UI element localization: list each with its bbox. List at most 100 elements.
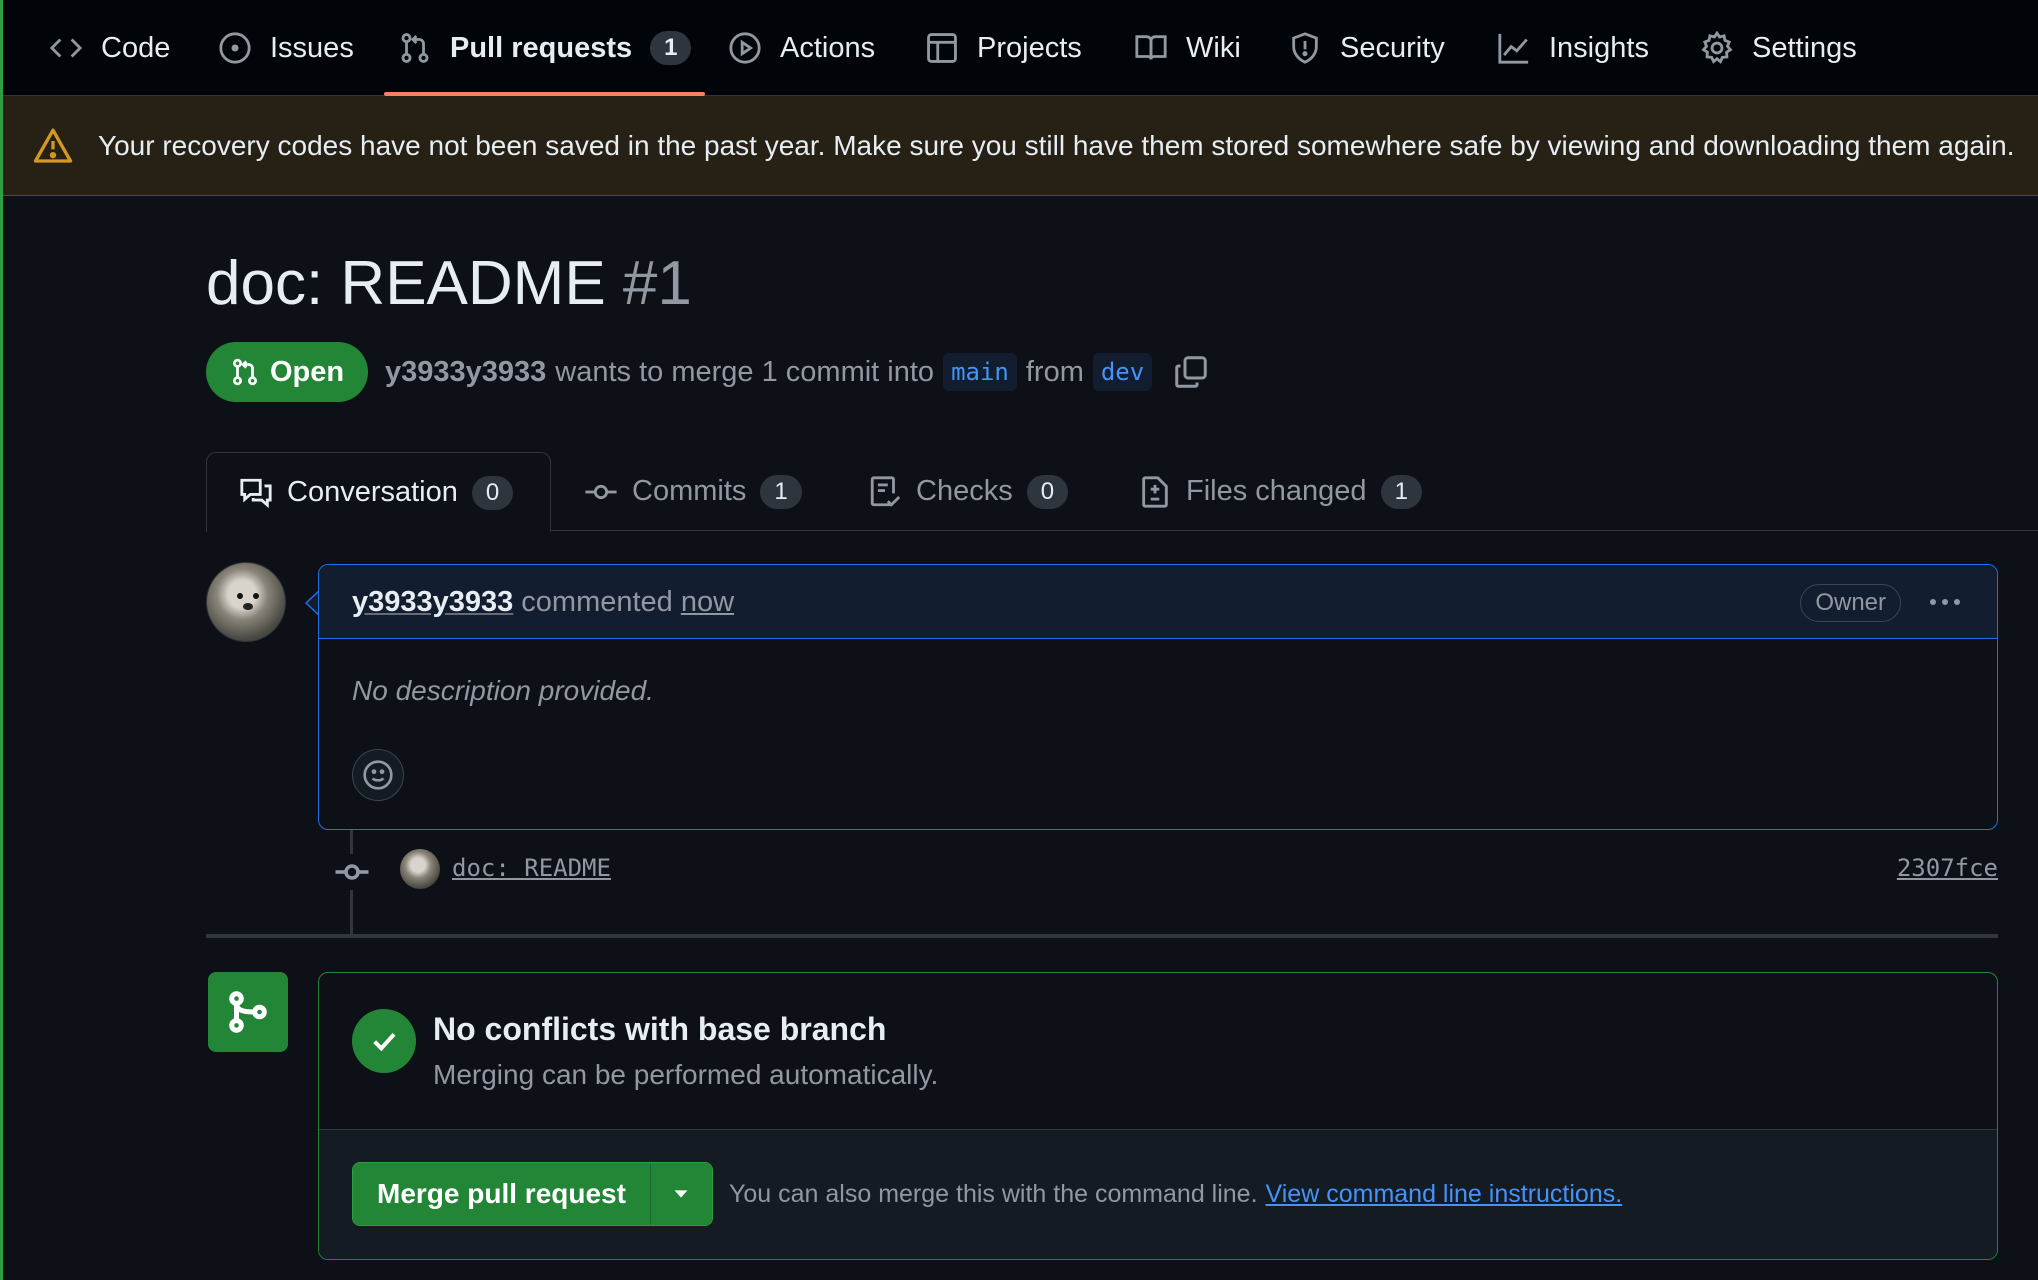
merge-box: No conflicts with base branch Merging ca… <box>318 972 1998 1260</box>
nav-insights[interactable]: Insights <box>1497 0 1649 96</box>
git-commit-icon <box>335 864 369 880</box>
nav-code[interactable]: Code <box>49 0 170 96</box>
avatar[interactable] <box>206 562 286 642</box>
nav-pull-requests-label: Pull requests <box>450 31 633 64</box>
nav-wiki-label: Wiki <box>1186 31 1241 64</box>
graph-icon <box>1498 33 1529 64</box>
repo-nav: Code Issues Pull requests 1 Actions Proj… <box>3 0 2038 96</box>
merge-text: wants to merge 1 commit into <box>555 355 935 388</box>
comment-more-button[interactable] <box>1921 582 1969 622</box>
comment-body: No description provided. <box>352 675 654 706</box>
check-circle-icon <box>352 1009 416 1073</box>
play-icon <box>729 32 761 64</box>
merge-footer: Merge pull request You can also merge th… <box>319 1129 1997 1259</box>
file-diff-icon <box>1142 475 1168 508</box>
tab-files-changed[interactable]: Files changed 1 <box>1138 452 1422 531</box>
tab-files-changed-label: Files changed <box>1186 475 1367 507</box>
alert-icon <box>33 128 73 163</box>
nav-settings[interactable]: Settings <box>1700 0 1857 96</box>
command-line-instructions-link[interactable]: View command line instructions. <box>1266 1180 1623 1209</box>
nav-security[interactable]: Security <box>1288 0 1445 96</box>
copy-icon[interactable] <box>1173 354 1209 390</box>
nav-issues-label: Issues <box>270 31 354 64</box>
code-icon <box>49 38 83 58</box>
merge-pull-request-button[interactable]: Merge pull request <box>353 1163 650 1225</box>
tab-checks-count: 0 <box>1026 474 1069 509</box>
nav-projects[interactable]: Projects <box>925 0 1082 96</box>
tab-checks[interactable]: Checks 0 <box>868 452 1069 531</box>
nav-security-label: Security <box>1340 31 1445 64</box>
merge-hint-text: You can also merge this with the command… <box>729 1179 1258 1208</box>
smiley-icon <box>363 760 393 790</box>
nav-settings-label: Settings <box>1752 31 1857 64</box>
tab-commits[interactable]: Commits 1 <box>584 452 802 531</box>
table-icon <box>927 33 957 63</box>
tab-commits-count: 1 <box>760 474 802 509</box>
page-title: doc: README #1 <box>206 248 692 319</box>
book-icon <box>1135 35 1167 60</box>
pr-title-text: doc: README <box>206 249 606 318</box>
pull-request-icon <box>232 358 257 386</box>
state-label: Open <box>269 355 345 388</box>
comment-discussion-icon <box>240 478 272 508</box>
nav-code-label: Code <box>101 31 171 64</box>
merge-button-group: Merge pull request <box>352 1162 713 1226</box>
shield-icon <box>1292 32 1318 64</box>
nav-projects-label: Projects <box>977 31 1082 64</box>
gear-icon <box>1701 31 1733 64</box>
check-icon <box>373 1032 396 1052</box>
kebab-dot-icon <box>1954 599 1960 605</box>
nav-pull-requests[interactable]: Pull requests 1 <box>383 0 706 96</box>
timeline-separator <box>206 934 1998 938</box>
pull-request-icon <box>401 33 429 63</box>
pr-number: #1 <box>622 249 692 318</box>
nav-wiki[interactable]: Wiki <box>1134 0 1241 96</box>
merge-status-icon <box>208 972 288 1052</box>
comment-box: y3933y3933 commented now Owner No descri… <box>318 564 1998 830</box>
recovery-codes-banner: Your recovery codes have not been saved … <box>3 96 2038 196</box>
avatar-nose <box>243 603 253 610</box>
commit-sha-link[interactable]: 2307fce <box>1897 854 1998 882</box>
add-reaction-button[interactable] <box>352 749 404 801</box>
merge-hint: You can also merge this with the command… <box>729 1162 1622 1226</box>
banner-text: Your recovery codes have not been saved … <box>98 130 2015 161</box>
from-text: from <box>1025 355 1084 388</box>
nav-insights-label: Insights <box>1549 31 1649 64</box>
tab-commits-label: Commits <box>632 475 747 507</box>
git-merge-icon <box>229 991 267 1033</box>
comment-action: commented <box>521 585 673 618</box>
commit-node <box>334 854 370 890</box>
avatar-eye <box>237 593 243 599</box>
tab-files-changed-count: 1 <box>1380 474 1422 509</box>
nav-actions-label: Actions <box>780 31 876 64</box>
triangle-down-icon <box>675 1190 688 1198</box>
nav-pull-requests-count: 1 <box>650 31 692 65</box>
owner-badge: Owner <box>1800 584 1901 622</box>
merge-status-title: No conflicts with base branch <box>433 1011 887 1047</box>
merge-status-subtitle: Merging can be performed automatically. <box>433 1059 939 1090</box>
comment-time-link[interactable]: now <box>681 586 734 619</box>
pr-author-link[interactable]: y3933y3933 <box>385 356 546 389</box>
tab-checks-label: Checks <box>916 475 1013 507</box>
avatar-eye <box>253 593 259 599</box>
git-commit-icon <box>585 484 617 499</box>
comment-header: y3933y3933 commented now Owner <box>319 565 1997 639</box>
merge-method-dropdown[interactable] <box>649 1163 712 1225</box>
issue-icon <box>219 32 251 64</box>
pr-meta: y3933y3933 wants to merge 1 commit into … <box>385 348 1209 396</box>
tab-conversation-label: Conversation <box>287 476 458 508</box>
nav-actions[interactable]: Actions <box>728 0 875 96</box>
tab-conversation-count: 0 <box>471 475 514 510</box>
head-branch-link[interactable]: dev <box>1092 353 1153 391</box>
checklist-icon <box>870 475 901 507</box>
commit-author-avatar[interactable] <box>400 849 440 889</box>
kebab-dot-icon <box>1942 599 1948 605</box>
kebab-dot-icon <box>1930 599 1936 605</box>
state-badge: Open <box>206 342 368 402</box>
tab-conversation[interactable]: Conversation 0 <box>206 452 551 532</box>
nav-issues[interactable]: Issues <box>218 0 354 96</box>
base-branch-link[interactable]: main <box>943 353 1017 391</box>
comment-header-text: y3933y3933 commented now <box>352 565 734 639</box>
commit-message-link[interactable]: doc: README <box>452 854 611 882</box>
comment-author-link[interactable]: y3933y3933 <box>352 586 513 619</box>
